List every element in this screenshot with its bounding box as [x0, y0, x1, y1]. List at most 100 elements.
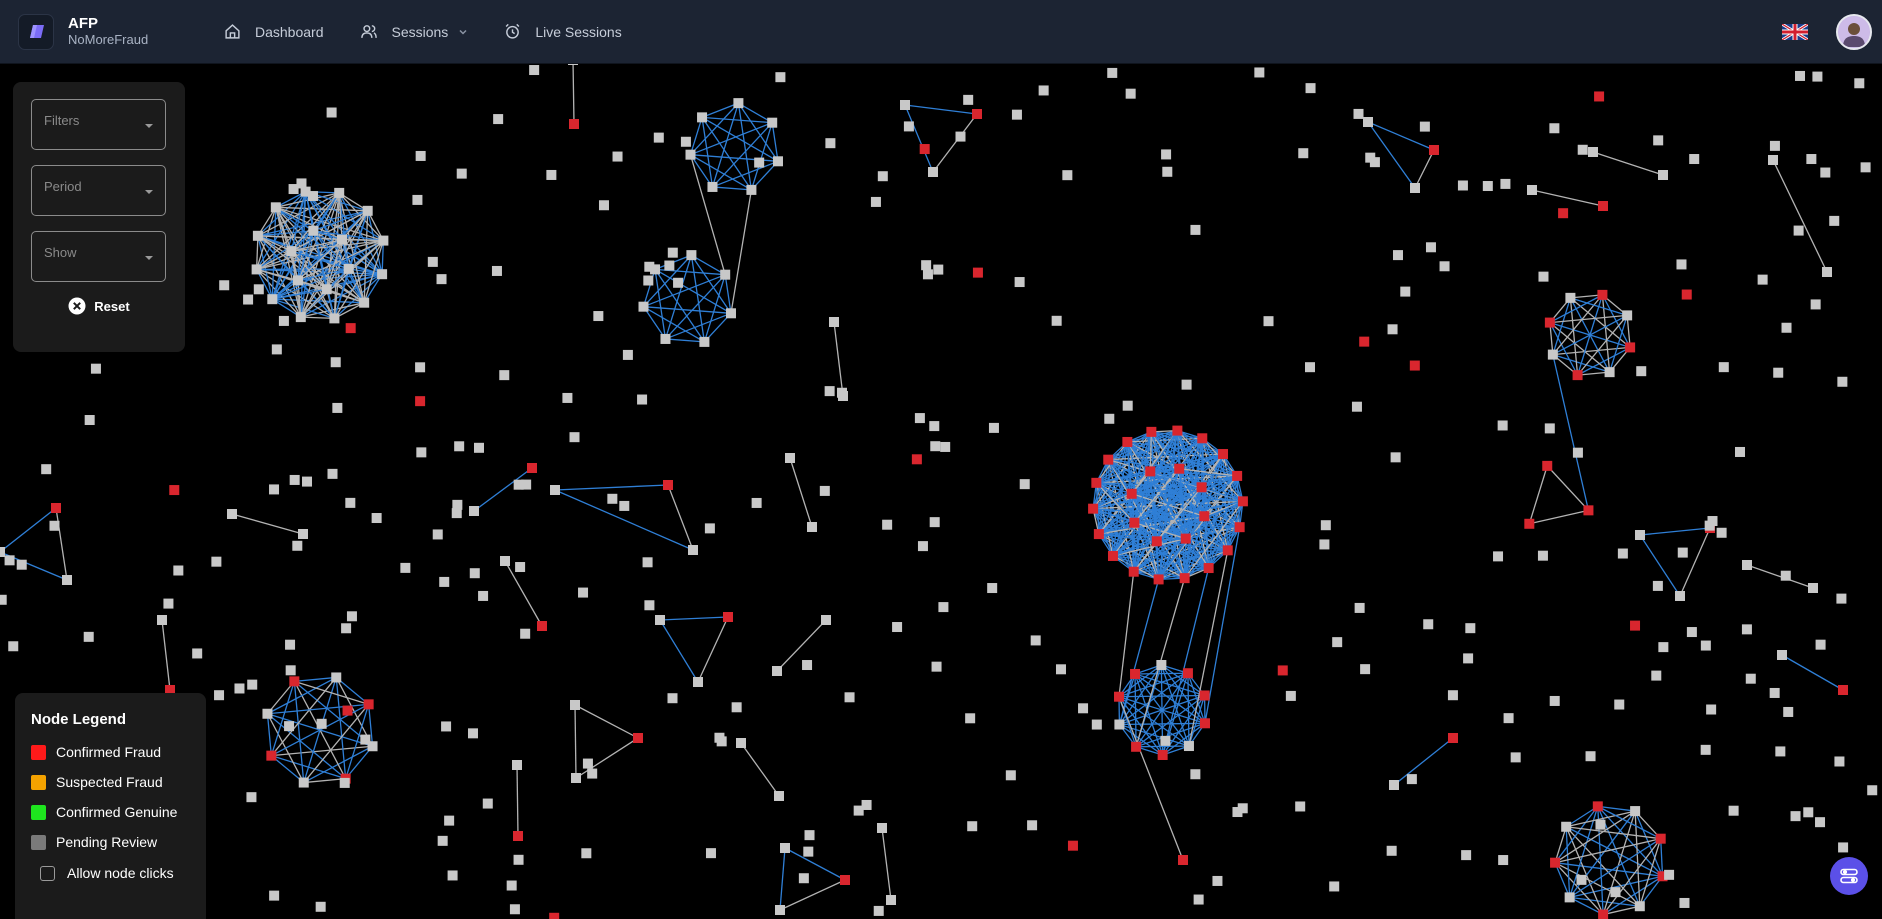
graph-node[interactable] [266, 750, 277, 761]
graph-node[interactable] [607, 493, 618, 504]
graph-node[interactable] [1806, 154, 1817, 165]
graph-node[interactable] [1030, 635, 1041, 646]
graph-node[interactable] [8, 641, 19, 652]
graph-node[interactable] [886, 895, 896, 905]
graph-node[interactable] [529, 65, 540, 76]
graph-node[interactable] [1129, 517, 1140, 528]
graph-node[interactable] [1172, 425, 1183, 436]
graph-node[interactable] [345, 323, 356, 334]
graph-node[interactable] [772, 156, 783, 167]
graph-node[interactable] [882, 519, 893, 530]
graph-node[interactable] [1389, 780, 1399, 790]
graph-node[interactable] [720, 269, 731, 280]
graph-node[interactable] [1232, 470, 1243, 481]
graph-node[interactable] [509, 904, 520, 915]
graph-node[interactable] [1681, 289, 1692, 300]
graph-node[interactable] [688, 545, 698, 555]
graph-node[interactable] [931, 661, 942, 672]
graph-node[interactable] [653, 132, 664, 143]
graph-node[interactable] [699, 336, 710, 347]
graph-node[interactable] [840, 875, 850, 885]
graph-node[interactable] [1795, 70, 1806, 81]
graph-node[interactable] [1128, 566, 1139, 577]
period-select[interactable]: Period [31, 165, 166, 216]
graph-node[interactable] [1803, 807, 1814, 818]
graph-node[interactable] [1812, 71, 1823, 82]
graph-node[interactable] [537, 621, 547, 631]
graph-node[interactable] [1277, 665, 1288, 676]
graph-node[interactable] [1728, 805, 1739, 816]
graph-node[interactable] [1498, 855, 1509, 866]
graph-node[interactable] [219, 280, 230, 291]
graph-node[interactable] [169, 485, 180, 496]
graph-node[interactable] [1091, 719, 1102, 730]
graph-node[interactable] [988, 422, 999, 433]
graph-node[interactable] [775, 72, 786, 83]
graph-node[interactable] [877, 171, 888, 182]
graph-node[interactable] [775, 905, 785, 915]
graph-node[interactable] [751, 497, 762, 508]
graph-node[interactable] [286, 246, 297, 257]
graph-node[interactable] [638, 301, 649, 312]
graph-node[interactable] [967, 821, 978, 832]
graph-node[interactable] [1254, 67, 1265, 78]
graph-node[interactable] [1363, 117, 1373, 127]
graph-node[interactable] [456, 168, 467, 179]
graph-node[interactable] [316, 718, 327, 729]
graph-node[interactable] [1329, 881, 1340, 892]
graph-node[interactable] [267, 294, 278, 305]
nav-sessions[interactable]: Sessions [360, 23, 469, 40]
graph-node[interactable] [598, 200, 609, 211]
graph-node[interactable] [1131, 741, 1142, 752]
graph-node[interactable] [1088, 503, 1099, 514]
graph-node[interactable] [746, 184, 757, 195]
graph-node[interactable] [271, 344, 282, 355]
graph-node[interactable] [329, 313, 340, 324]
graph-node[interactable] [1783, 706, 1794, 717]
graph-node[interactable] [780, 843, 790, 853]
graph-node[interactable] [593, 311, 604, 322]
graph-node[interactable] [723, 612, 733, 622]
graph-node[interactable] [911, 454, 922, 465]
graph-node[interactable] [285, 639, 296, 650]
graph-node[interactable] [247, 679, 258, 690]
graph-node[interactable] [41, 464, 52, 475]
graph-node[interactable] [1829, 215, 1840, 226]
graph-node[interactable] [1359, 336, 1370, 347]
graph-node[interactable] [550, 485, 560, 495]
graph-node[interactable] [339, 777, 350, 788]
graph-node[interactable] [804, 830, 815, 841]
graph-node[interactable] [262, 708, 273, 719]
graph-node[interactable] [1838, 685, 1848, 695]
graph-node[interactable] [705, 848, 716, 859]
graph-node[interactable] [377, 269, 388, 280]
graph-node[interactable] [825, 138, 836, 149]
graph-node[interactable] [686, 250, 697, 261]
graph-node[interactable] [469, 506, 479, 516]
graph-node[interactable] [549, 912, 560, 919]
graph-node[interactable] [1503, 713, 1514, 724]
graph-node[interactable] [0, 594, 7, 605]
graph-node[interactable] [1332, 637, 1343, 648]
graph-node[interactable] [714, 732, 725, 743]
graph-node[interactable] [1598, 909, 1609, 919]
graph-node[interactable] [84, 415, 95, 426]
graph-node[interactable] [493, 114, 504, 125]
graph-node[interactable] [1565, 292, 1576, 303]
graph-node[interactable] [157, 615, 167, 625]
graph-node[interactable] [1406, 774, 1417, 785]
graph-node[interactable] [667, 247, 678, 258]
graph-node[interactable] [1305, 362, 1316, 373]
graph-node[interactable] [1457, 180, 1468, 191]
graph-node[interactable] [51, 503, 61, 513]
graph-node[interactable] [1199, 690, 1210, 701]
graph-node[interactable] [482, 798, 493, 809]
graph-node[interactable] [515, 562, 526, 573]
graph-node[interactable] [1493, 551, 1504, 562]
graph-node[interactable] [83, 631, 94, 642]
graph-node[interactable] [578, 587, 589, 598]
graph-node[interactable] [1630, 620, 1641, 631]
graph-node[interactable] [292, 275, 303, 286]
graph-node[interactable] [1564, 892, 1575, 903]
graph-node[interactable] [359, 297, 370, 308]
